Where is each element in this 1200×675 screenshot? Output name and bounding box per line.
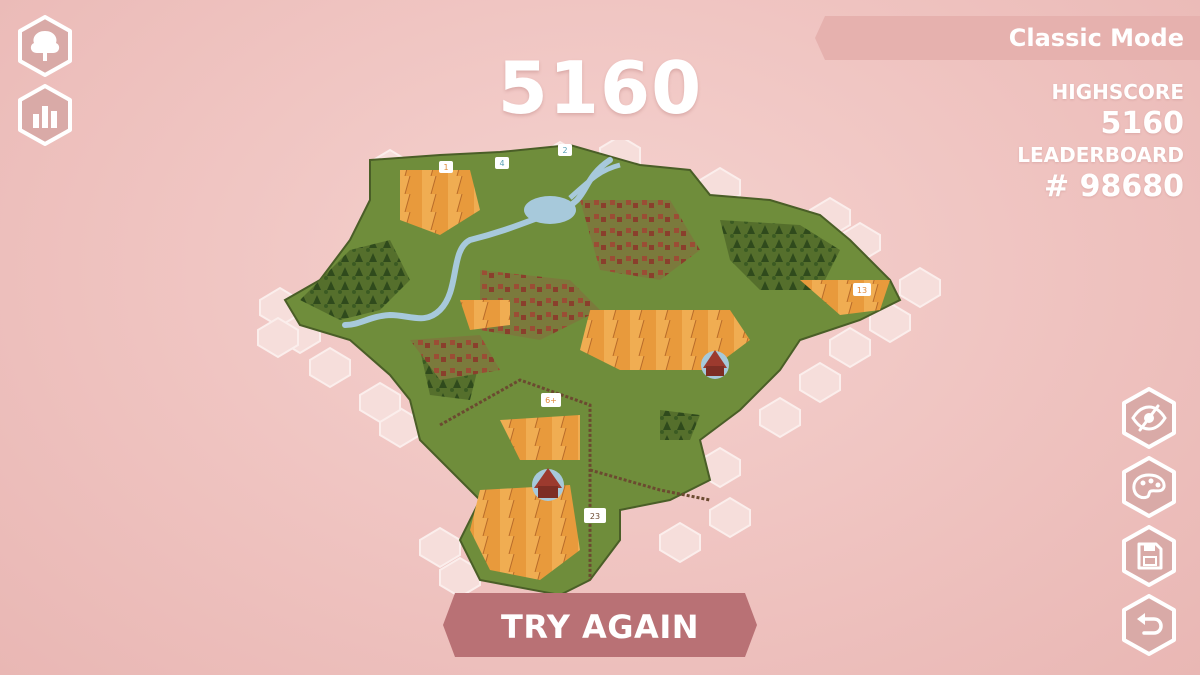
undo-button[interactable] [1118,594,1180,656]
mode-banner: Classic Mode [815,16,1200,60]
quest-marker[interactable]: 1 [439,161,453,173]
theme-button[interactable] [1118,456,1180,518]
mode-label: Classic Mode [1008,24,1184,52]
svg-text:23: 23 [590,512,600,521]
svg-text:13: 13 [857,286,867,295]
eye-hide-icon [1122,387,1176,449]
highscore-label: HIGHSCORE [1051,80,1184,104]
hex-landscape-map[interactable]: 1 2 4 13 6+ 23 [240,140,960,600]
svg-text:6+: 6+ [545,396,557,405]
quest-marker[interactable]: 13 [853,283,871,296]
quest-marker[interactable]: 2 [558,144,572,156]
save-icon [1122,525,1176,587]
game-screen: 5160 Classic Mode HIGHSCORE 5160 LEADERB… [0,0,1200,675]
leaderboard-rank: # 98680 [1044,169,1184,204]
palette-icon [1122,456,1176,518]
try-again-button[interactable]: TRY AGAIN [443,593,757,657]
highscore-value: 5160 [1100,106,1185,141]
quest-marker[interactable]: 23 [584,508,606,523]
try-again-label: TRY AGAIN [500,608,699,646]
save-button[interactable] [1118,525,1180,587]
leaderboard-label: LEADERBOARD [1017,143,1184,167]
lake [524,196,576,224]
undo-icon [1122,594,1176,656]
toggle-view-button[interactable] [1118,387,1180,449]
svg-text:4: 4 [499,159,504,168]
quest-marker[interactable]: 4 [495,157,509,169]
svg-text:1: 1 [443,163,448,172]
svg-text:2: 2 [562,146,567,155]
quest-marker[interactable]: 6+ [541,393,561,407]
